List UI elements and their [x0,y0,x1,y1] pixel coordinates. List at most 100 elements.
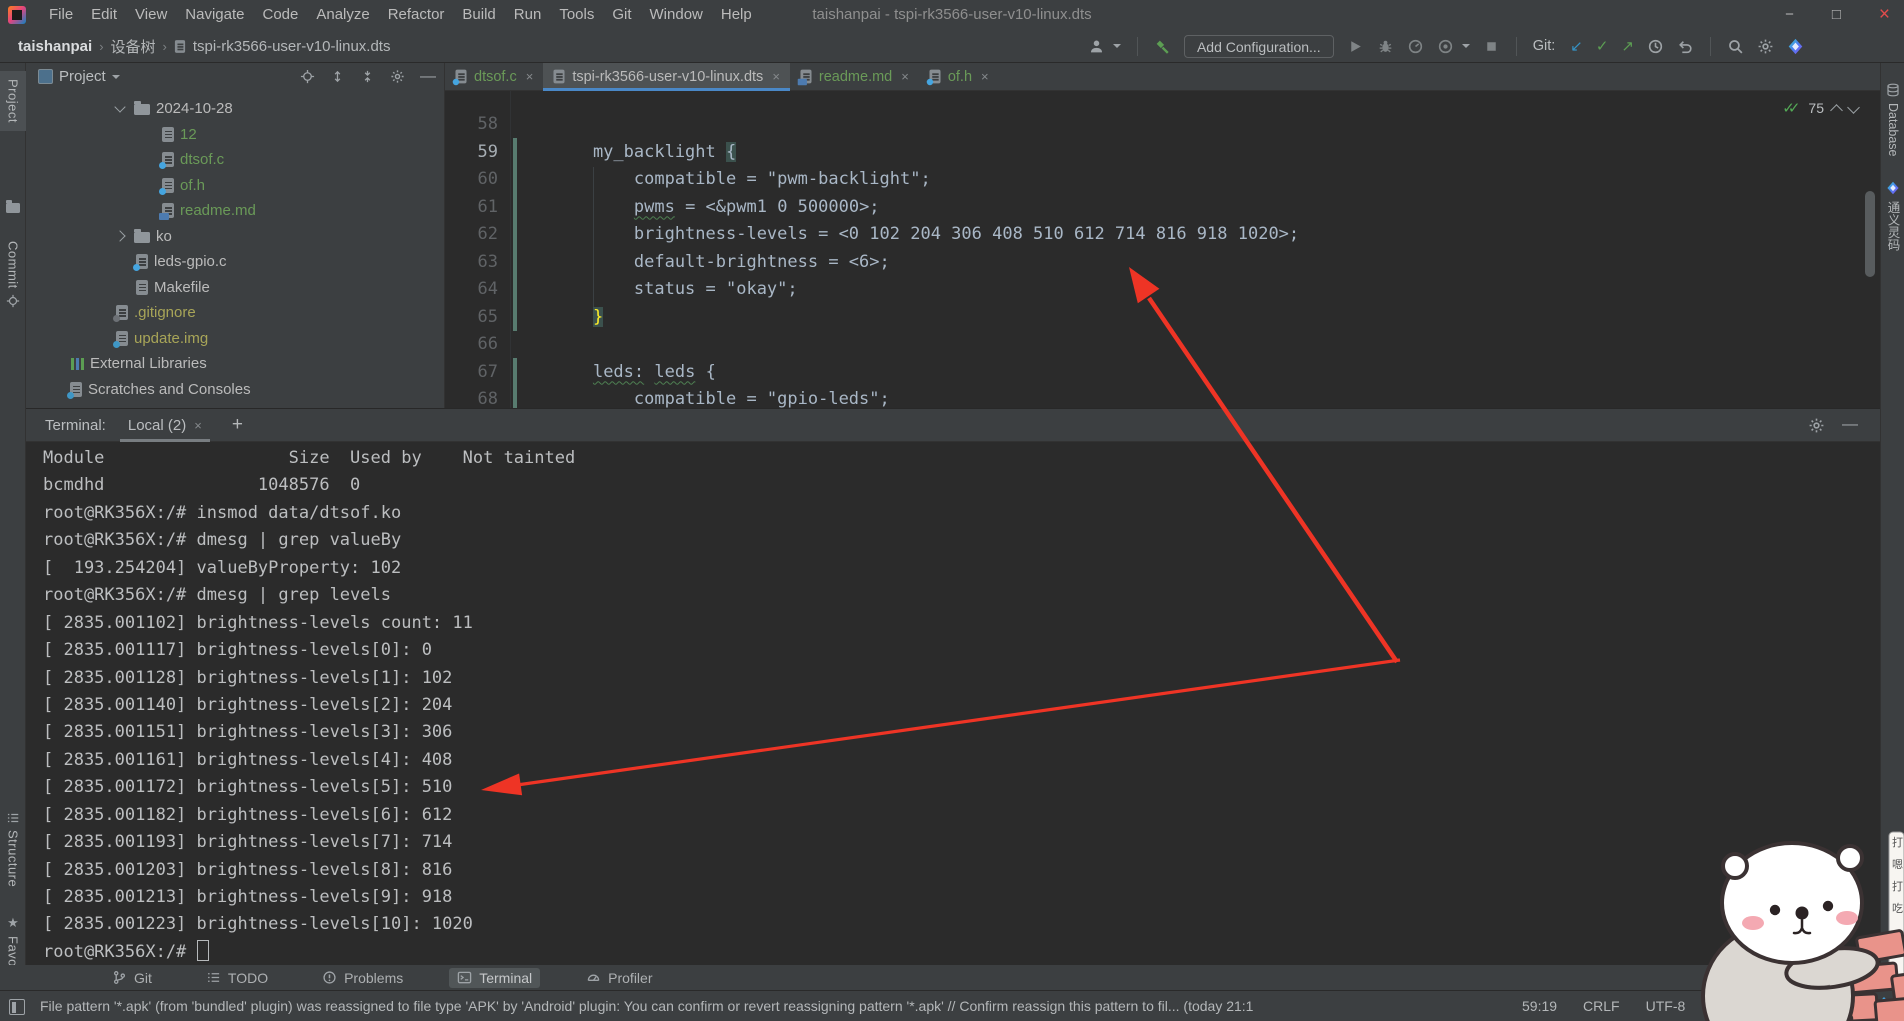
code-area[interactable]: 5859 my_backlight {60 compatible = "pwm-… [445,91,1880,408]
menu-item-git[interactable]: Git [603,0,640,30]
tool-stripe-structure[interactable]: Structure [0,811,26,887]
tree-item-ko[interactable]: ko [26,224,444,250]
tree-item-external-libraries[interactable]: External Libraries [26,351,444,377]
build-hammer-icon[interactable] [1154,38,1171,55]
user-icon[interactable] [1088,38,1105,55]
new-terminal-button[interactable]: + [232,414,243,436]
menu-item-edit[interactable]: Edit [82,0,126,30]
menu-item-refactor[interactable]: Refactor [379,0,454,30]
inspections-widget[interactable]: ✓✓ 75 [1782,99,1858,117]
maximize-button[interactable]: □ [1832,0,1841,30]
bottom-bar-terminal[interactable]: Terminal [449,968,540,988]
tree-item-scratches-and-consoles[interactable]: Scratches and Consoles [26,377,444,403]
gear-icon[interactable] [1757,38,1774,55]
menu-item-window[interactable]: Window [641,0,712,30]
line-number[interactable]: 62 [445,221,498,249]
menu-item-build[interactable]: Build [453,0,504,30]
editor-scrollbar[interactable] [1865,191,1875,277]
collapse-all-icon[interactable] [360,69,375,84]
terminal-tab-local[interactable]: Local (2) × [116,409,214,442]
tab-dtsof-c[interactable]: dtsof.c× [445,63,543,90]
add-configuration-button[interactable]: Add Configuration... [1184,35,1334,58]
menu-item-help[interactable]: Help [712,0,761,30]
chevron-down-icon[interactable] [114,102,125,113]
tree-item-update-img[interactable]: update.img [26,326,444,352]
menu-item-file[interactable]: File [40,0,82,30]
line-separator-widget[interactable]: CRLF [1583,998,1620,1014]
terminal-output[interactable]: Module Size Used by Not taintedbcmdhd 10… [26,442,1880,966]
project-folder-icon[interactable] [0,203,26,213]
line-number[interactable]: 63 [445,249,498,277]
tool-window-switcher-icon[interactable] [9,999,25,1015]
line-number[interactable]: 60 [445,166,498,194]
tree-item-gitignore[interactable]: .gitignore [26,300,444,326]
history-clock-icon[interactable] [1647,38,1664,55]
line-number[interactable]: 59 [445,139,498,167]
tool-stripe-commit[interactable]: Commit [0,241,26,308]
tree-item-dtsof-c[interactable]: dtsof.c [26,147,444,173]
menu-item-analyze[interactable]: Analyze [307,0,378,30]
chevron-down-icon[interactable] [1113,44,1121,48]
lingma-icon[interactable] [1787,38,1804,55]
tree-item-leds-gpio-c[interactable]: leds-gpio.c [26,249,444,275]
prev-problem-icon[interactable] [1830,104,1843,117]
tool-stripe-project[interactable]: Project [0,71,26,131]
indent-widget[interactable]: 4 spaces [1711,998,1767,1014]
tree-item-makefile[interactable]: Makefile [26,275,444,301]
close-icon[interactable]: × [526,69,534,84]
git-update-icon[interactable]: ↙ [1570,38,1583,55]
menu-item-code[interactable]: Code [253,0,307,30]
line-number[interactable]: 64 [445,276,498,304]
bottom-bar-profiler[interactable]: Profiler [578,968,660,988]
chevron-down-icon[interactable] [1462,44,1470,48]
chevron-right-icon[interactable] [114,231,125,242]
expand-all-icon[interactable] [330,69,345,84]
gear-icon[interactable] [390,69,405,84]
tab-tspi-rk3566-user-v10-linux-dts[interactable]: tspi-rk3566-user-v10-linux.dts× [543,63,790,90]
hide-panel-icon[interactable]: — [420,72,436,82]
gear-icon[interactable] [1808,417,1825,434]
tool-stripe-database[interactable]: Database [1881,83,1904,157]
bottom-bar-problems[interactable]: Problems [314,968,411,988]
tab-of-h[interactable]: of.h× [919,63,999,90]
minimize-button[interactable]: − [1785,0,1794,30]
git-push-icon[interactable]: ↗ [1621,38,1634,55]
line-number[interactable]: 67 [445,359,498,387]
breadcrumb-item-tspi-rk3566-user-v10-linux-dts[interactable]: tspi-rk3566-user-v10-linux.dts [193,38,391,55]
bottom-bar-todo[interactable]: TODO [198,968,276,988]
coverage-icon[interactable] [1437,38,1454,55]
line-number[interactable]: 58 [445,111,498,139]
project-panel-title[interactable]: Project [59,68,106,85]
tab-readme-md[interactable]: readme.md× [790,63,919,90]
tree-item-12[interactable]: 12 [26,122,444,148]
close-icon[interactable]: × [981,69,989,84]
line-number[interactable]: 66 [445,331,498,359]
breadcrumb-item-taishanpai[interactable]: taishanpai [18,38,92,55]
tree-item-readme-md[interactable]: readme.md [26,198,444,224]
menu-item-view[interactable]: View [126,0,176,30]
locate-file-icon[interactable] [300,69,315,84]
tool-stripe-lingma[interactable]: 通义灵码 [1881,181,1904,251]
chevron-down-icon[interactable] [112,75,120,79]
git-commit-icon[interactable]: ✓ [1596,38,1609,55]
caret-position-widget[interactable]: 59:19 [1522,998,1557,1014]
rollback-icon[interactable] [1677,38,1694,55]
stop-icon[interactable] [1483,38,1500,55]
bottom-bar-git[interactable]: Git [104,968,160,988]
run-icon[interactable] [1347,38,1364,55]
lingma-icon[interactable] [1874,996,1894,1016]
hide-panel-icon[interactable]: — [1842,420,1858,430]
close-icon[interactable]: × [772,69,780,84]
search-icon[interactable] [1727,38,1744,55]
tree-item-of-h[interactable]: of.h [26,173,444,199]
menu-item-tools[interactable]: Tools [550,0,603,30]
menu-item-navigate[interactable]: Navigate [176,0,253,30]
encoding-widget[interactable]: UTF-8 [1646,998,1686,1014]
status-message[interactable]: File pattern '*.apk' (from 'bundled' plu… [40,991,1253,1021]
line-number[interactable]: 65 [445,304,498,332]
breadcrumb-item-设备树[interactable]: 设备树 [111,36,156,57]
profiler-icon[interactable] [1407,38,1424,55]
line-number[interactable]: 61 [445,194,498,222]
menu-item-run[interactable]: Run [505,0,551,30]
next-problem-icon[interactable] [1847,101,1860,114]
